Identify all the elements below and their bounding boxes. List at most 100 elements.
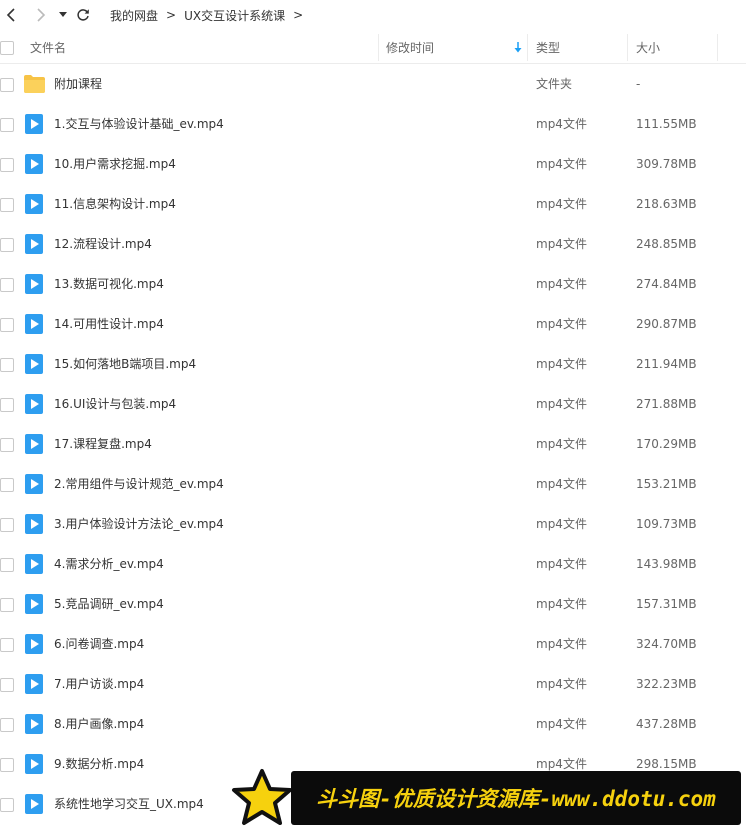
file-name[interactable]: 4.需求分析_ev.mp4	[54, 544, 164, 584]
file-row[interactable]: 7.用户访谈.mp4 mp4文件 322.23MB	[0, 664, 746, 704]
chevron-right-icon	[37, 8, 46, 22]
breadcrumb-separator[interactable]: >	[293, 8, 303, 22]
row-checkbox[interactable]	[0, 558, 14, 572]
video-file-icon	[25, 714, 43, 734]
row-checkbox[interactable]	[0, 398, 14, 412]
file-size: 322.23MB	[636, 677, 697, 691]
forward-button[interactable]	[30, 0, 52, 30]
caret-down-icon	[59, 12, 67, 17]
file-row[interactable]: 12.流程设计.mp4 mp4文件 248.85MB	[0, 224, 746, 264]
file-row[interactable]: 10.用户需求挖掘.mp4 mp4文件 309.78MB	[0, 144, 746, 184]
column-header-size-label: 大小	[636, 41, 661, 55]
file-size: 170.29MB	[636, 437, 697, 451]
file-size: 211.94MB	[636, 357, 697, 371]
row-checkbox[interactable]	[0, 798, 14, 812]
column-divider[interactable]	[627, 34, 628, 61]
file-type: mp4文件	[536, 557, 587, 571]
file-name[interactable]: 附加课程	[54, 64, 102, 104]
file-row[interactable]: 6.问卷调查.mp4 mp4文件 324.70MB	[0, 624, 746, 664]
column-header-type[interactable]: 类型	[536, 32, 626, 63]
file-type: mp4文件	[536, 677, 587, 691]
refresh-button[interactable]	[72, 0, 94, 30]
file-row[interactable]: 15.如何落地B端项目.mp4 mp4文件 211.94MB	[0, 344, 746, 384]
breadcrumb-item-course-folder[interactable]: UX交互设计系统课	[184, 7, 285, 24]
column-header-modified[interactable]: 修改时间	[386, 32, 526, 63]
video-file-icon	[25, 194, 43, 214]
watermark-banner: 斗斗图-优质设计资源库-www.ddotu.com	[291, 771, 741, 825]
file-row[interactable]: 2.常用组件与设计规范_ev.mp4 mp4文件 153.21MB	[0, 464, 746, 504]
breadcrumb-item-my-drive[interactable]: 我的网盘	[110, 7, 158, 24]
file-type: mp4文件	[536, 717, 587, 731]
row-checkbox[interactable]	[0, 678, 14, 692]
file-row[interactable]: 14.可用性设计.mp4 mp4文件 290.87MB	[0, 304, 746, 344]
file-name[interactable]: 5.竞品调研_ev.mp4	[54, 584, 164, 624]
row-checkbox[interactable]	[0, 438, 14, 452]
column-header-size[interactable]: 大小	[636, 32, 716, 63]
video-file-icon	[25, 754, 43, 774]
file-name[interactable]: 12.流程设计.mp4	[54, 224, 152, 264]
back-button[interactable]	[0, 0, 22, 30]
history-dropdown-button[interactable]	[56, 0, 70, 30]
file-name[interactable]: 11.信息架构设计.mp4	[54, 184, 176, 224]
select-all-checkbox[interactable]	[0, 41, 14, 55]
file-size: 324.70MB	[636, 637, 697, 651]
file-size: 274.84MB	[636, 277, 697, 291]
column-divider[interactable]	[717, 34, 718, 61]
file-type: mp4文件	[536, 477, 587, 491]
file-row[interactable]: 8.用户画像.mp4 mp4文件 437.28MB	[0, 704, 746, 744]
row-checkbox[interactable]	[0, 78, 14, 92]
file-row-folder[interactable]: 附加课程 文件夹 -	[0, 64, 746, 104]
file-name[interactable]: 7.用户访谈.mp4	[54, 664, 144, 704]
chevron-left-icon	[6, 8, 15, 22]
file-row[interactable]: 11.信息架构设计.mp4 mp4文件 218.63MB	[0, 184, 746, 224]
row-checkbox[interactable]	[0, 518, 14, 532]
file-row[interactable]: 17.课程复盘.mp4 mp4文件 170.29MB	[0, 424, 746, 464]
file-name[interactable]: 16.UI设计与包装.mp4	[54, 384, 176, 424]
video-file-icon	[25, 554, 43, 574]
file-name[interactable]: 9.数据分析.mp4	[54, 744, 144, 784]
file-list-header: 文件名 修改时间 类型 大小	[0, 32, 746, 64]
row-checkbox[interactable]	[0, 158, 14, 172]
file-name[interactable]: 13.数据可视化.mp4	[54, 264, 164, 304]
row-checkbox[interactable]	[0, 198, 14, 212]
file-name[interactable]: 8.用户画像.mp4	[54, 704, 144, 744]
file-row[interactable]: 13.数据可视化.mp4 mp4文件 274.84MB	[0, 264, 746, 304]
video-file-icon	[25, 434, 43, 454]
row-checkbox[interactable]	[0, 478, 14, 492]
row-checkbox[interactable]	[0, 318, 14, 332]
row-checkbox[interactable]	[0, 638, 14, 652]
refresh-icon	[77, 9, 89, 21]
column-header-name[interactable]: 文件名	[30, 32, 370, 63]
row-checkbox[interactable]	[0, 118, 14, 132]
row-checkbox[interactable]	[0, 358, 14, 372]
file-row[interactable]: 16.UI设计与包装.mp4 mp4文件 271.88MB	[0, 384, 746, 424]
file-type: mp4文件	[536, 197, 587, 211]
file-name[interactable]: 3.用户体验设计方法论_ev.mp4	[54, 504, 224, 544]
file-name[interactable]: 17.课程复盘.mp4	[54, 424, 152, 464]
video-file-icon	[25, 274, 43, 294]
breadcrumb: 我的网盘 > UX交互设计系统课 >	[110, 7, 311, 24]
file-name[interactable]: 10.用户需求挖掘.mp4	[54, 144, 176, 184]
video-file-icon	[25, 634, 43, 654]
row-checkbox[interactable]	[0, 278, 14, 292]
row-checkbox[interactable]	[0, 758, 14, 772]
file-row[interactable]: 5.竞品调研_ev.mp4 mp4文件 157.31MB	[0, 584, 746, 624]
column-divider[interactable]	[378, 34, 379, 61]
file-row[interactable]: 4.需求分析_ev.mp4 mp4文件 143.98MB	[0, 544, 746, 584]
file-row[interactable]: 3.用户体验设计方法论_ev.mp4 mp4文件 109.73MB	[0, 504, 746, 544]
file-name[interactable]: 6.问卷调查.mp4	[54, 624, 144, 664]
row-checkbox[interactable]	[0, 238, 14, 252]
file-name[interactable]: 14.可用性设计.mp4	[54, 304, 164, 344]
file-name[interactable]: 1.交互与体验设计基础_ev.mp4	[54, 104, 224, 144]
column-divider[interactable]	[527, 34, 528, 61]
file-name[interactable]: 系统性地学习交互_UX.mp4	[54, 784, 204, 824]
file-name[interactable]: 15.如何落地B端项目.mp4	[54, 344, 196, 384]
file-type: mp4文件	[536, 637, 587, 651]
navigation-bar: 我的网盘 > UX交互设计系统课 >	[0, 0, 746, 30]
file-name[interactable]: 2.常用组件与设计规范_ev.mp4	[54, 464, 224, 504]
folder-icon	[24, 75, 45, 93]
row-checkbox[interactable]	[0, 718, 14, 732]
file-row[interactable]: 1.交互与体验设计基础_ev.mp4 mp4文件 111.55MB	[0, 104, 746, 144]
file-type: mp4文件	[536, 517, 587, 531]
row-checkbox[interactable]	[0, 598, 14, 612]
